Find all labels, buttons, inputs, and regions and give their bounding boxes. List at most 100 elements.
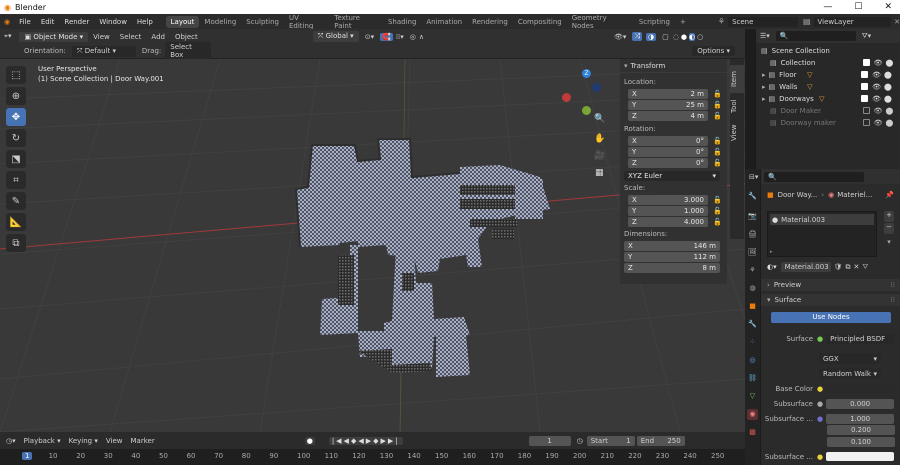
rotation-mode-selector[interactable]: XYZ Euler ▾ bbox=[624, 171, 720, 181]
eye-icon[interactable]: 👁 bbox=[872, 95, 881, 103]
rotate-tool-icon[interactable]: ↻ bbox=[6, 129, 26, 147]
gizmo-y-axis[interactable] bbox=[592, 83, 601, 92]
menu-help[interactable]: Help bbox=[132, 18, 158, 26]
duplicate-material-icon[interactable]: ⧉ bbox=[846, 263, 851, 272]
eye-icon[interactable]: 👁 bbox=[874, 59, 883, 67]
material-slot-list[interactable]: ● Material.003 ▸ bbox=[767, 211, 877, 257]
view-object-types-icon[interactable]: 👁▾ bbox=[614, 33, 626, 41]
surface-panel-header[interactable]: ▾ Surface ⁞⁞ bbox=[761, 294, 900, 306]
pan-icon[interactable]: ✋ bbox=[594, 134, 605, 144]
subsurface-field[interactable]: 0.000 bbox=[826, 398, 895, 409]
menu-edit[interactable]: Edit bbox=[36, 18, 60, 26]
location-x-field[interactable]: X 2 m bbox=[628, 89, 708, 99]
outliner-search-input[interactable]: 🔍 bbox=[775, 31, 856, 41]
expand-arrow-icon[interactable]: ▸ bbox=[762, 71, 766, 79]
subsurface-radius-x-field[interactable]: 1.000 bbox=[826, 413, 895, 424]
orientation-selector[interactable]: ⤧ Default ▾ bbox=[71, 45, 136, 57]
move-tool-icon[interactable]: ✥ bbox=[6, 108, 26, 126]
rotation-x-field[interactable]: X 0° bbox=[628, 136, 708, 146]
gizmo-icon[interactable]: ⤨ bbox=[632, 32, 643, 41]
dimensions-x-field[interactable]: X 146 m bbox=[624, 241, 720, 251]
proportional-falloff-icon[interactable]: ∧ bbox=[419, 33, 424, 41]
scale-x-field[interactable]: X 3.000 bbox=[628, 195, 708, 205]
scale-y-field[interactable]: Y 1.000 bbox=[628, 206, 708, 216]
gizmo-center[interactable] bbox=[582, 106, 591, 115]
drag-handle-icon[interactable]: ⁞⁞ bbox=[891, 281, 895, 289]
outliner-editor-icon[interactable]: ☰▾ bbox=[760, 32, 770, 40]
transform-tool-icon[interactable]: ⌗ bbox=[6, 171, 26, 189]
material-props-icon[interactable]: ◉ bbox=[747, 409, 758, 420]
options-dropdown[interactable]: Options ▾ bbox=[692, 46, 735, 56]
scene-props-icon[interactable]: ⚘ bbox=[747, 265, 758, 276]
shading-rendered-icon[interactable]: ○ bbox=[697, 33, 703, 41]
cursor-tool-icon[interactable]: ⊕ bbox=[6, 87, 26, 105]
eye-icon[interactable]: 👁 bbox=[874, 107, 883, 115]
lock-icon[interactable]: 🔓 bbox=[713, 90, 722, 98]
distribution-selector[interactable]: GGX ▾ bbox=[819, 353, 881, 364]
menu-view[interactable]: View bbox=[88, 33, 115, 41]
eye-icon[interactable]: 👁 bbox=[874, 119, 883, 127]
lock-icon[interactable]: 🔓 bbox=[713, 101, 722, 109]
tab-modeling[interactable]: Modeling bbox=[199, 16, 241, 28]
grid-toggle-icon[interactable]: ▦ bbox=[595, 168, 604, 178]
expand-arrow-icon[interactable]: ▸ bbox=[762, 95, 766, 103]
data-props-icon[interactable]: ▽ bbox=[747, 391, 758, 402]
lock-icon[interactable]: 🔓 bbox=[713, 112, 722, 120]
slot-menu-icon[interactable]: ▾ bbox=[884, 238, 894, 249]
menu-add[interactable]: Add bbox=[146, 33, 170, 41]
fake-user-icon[interactable]: 🛡 bbox=[834, 263, 843, 271]
checkbox[interactable] bbox=[862, 59, 870, 66]
tab-compositing[interactable]: Compositing bbox=[513, 16, 567, 28]
menu-marker[interactable]: Marker bbox=[131, 437, 155, 445]
eye-icon[interactable]: 👁 bbox=[872, 83, 881, 91]
view-layer-props-icon[interactable]: 🖼 bbox=[747, 247, 758, 258]
view-layer-icon[interactable]: ▤ bbox=[803, 17, 811, 26]
tool-props-icon[interactable]: 🔧 bbox=[747, 191, 758, 202]
outliner-item[interactable]: ▸ ▤ Doorways ▽ 👁 ⬤ bbox=[756, 93, 900, 104]
lock-icon[interactable]: 🔓 bbox=[713, 196, 722, 204]
checkbox[interactable] bbox=[861, 83, 869, 90]
mode-selector[interactable]: ▣ Object Mode ▾ bbox=[19, 31, 89, 42]
eye-icon[interactable]: 👁 bbox=[872, 71, 881, 79]
measure-tool-icon[interactable]: 📐 bbox=[6, 213, 26, 231]
checkbox[interactable] bbox=[861, 71, 869, 78]
shading-solid-icon[interactable]: ● bbox=[681, 33, 687, 41]
filter-icon[interactable]: ⛛▾ bbox=[862, 32, 871, 41]
timeline-ruler[interactable]: 1 10 20 30 40 50 60 70 80 90 100 110 120 130 140 150 160… bbox=[0, 449, 745, 465]
tab-scripting[interactable]: Scripting bbox=[634, 16, 675, 28]
checkbox[interactable] bbox=[861, 95, 869, 102]
unlink-material-icon[interactable]: ✕ bbox=[854, 263, 860, 271]
dimensions-z-field[interactable]: Z 8 m bbox=[624, 263, 720, 273]
add-cube-tool-icon[interactable]: ⧉ bbox=[6, 234, 26, 252]
menu-view[interactable]: View bbox=[106, 437, 123, 445]
menu-file[interactable]: File bbox=[14, 18, 36, 26]
checkbox[interactable] bbox=[862, 119, 870, 126]
camera-icon[interactable]: ⬤ bbox=[884, 71, 892, 79]
use-nodes-button[interactable]: Use Nodes bbox=[771, 312, 891, 323]
preview-panel-header[interactable]: › Preview ⁞⁞ bbox=[761, 279, 900, 291]
xray-icon[interactable]: ▢ bbox=[662, 33, 669, 41]
outliner-item[interactable]: ▤ Door Maker 👁 ⬤ bbox=[756, 105, 900, 116]
modifier-props-icon[interactable]: 🔧 bbox=[747, 319, 758, 330]
menu-select[interactable]: Select bbox=[115, 33, 147, 41]
shading-wireframe-icon[interactable]: ◌ bbox=[673, 33, 679, 41]
overlay-icon[interactable]: ◑ bbox=[646, 32, 657, 41]
outliner-item[interactable]: ▸ ▤ Walls ▽ 👁 ⬤ bbox=[756, 81, 900, 92]
dimensions-y-field[interactable]: Y 112 m bbox=[624, 252, 720, 262]
checkbox[interactable] bbox=[862, 107, 870, 114]
view-layer-close-icon[interactable]: ✕ bbox=[894, 18, 900, 26]
outliner-item[interactable]: ▤ Collection 👁 ⬤ bbox=[756, 57, 900, 68]
render-props-icon[interactable]: 📷 bbox=[747, 211, 758, 222]
collapse-transform-icon[interactable]: ▾ bbox=[624, 62, 628, 70]
current-frame-field[interactable]: 1 bbox=[528, 435, 571, 446]
menu-keying[interactable]: Keying ▾ bbox=[69, 437, 98, 445]
properties-editor-icon[interactable]: ⊟▾ bbox=[749, 173, 758, 181]
timeline-editor-icon[interactable]: ◷▾ bbox=[6, 437, 16, 445]
filter-icon[interactable]: ⛛ bbox=[862, 263, 868, 272]
lock-icon[interactable]: 🔓 bbox=[713, 218, 722, 226]
remove-slot-button[interactable]: − bbox=[884, 223, 894, 234]
tab-layout[interactable]: Layout bbox=[165, 15, 200, 28]
location-z-field[interactable]: Z 4 m bbox=[628, 111, 708, 121]
tab-sculpting[interactable]: Sculpting bbox=[241, 16, 284, 28]
subsurface-method-selector[interactable]: Random Walk ▾ bbox=[819, 368, 881, 379]
